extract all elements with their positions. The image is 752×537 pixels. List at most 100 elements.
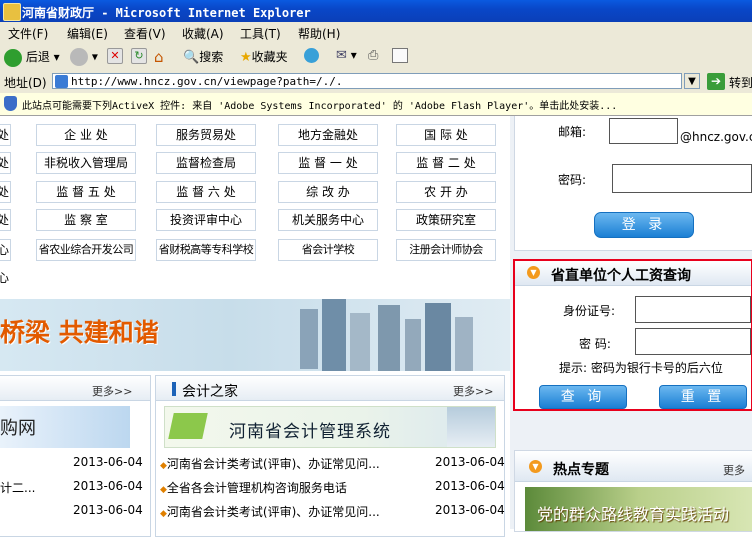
dept-link[interactable]: 监 督 二 处: [396, 152, 496, 174]
dept-link[interactable]: 服务贸易处: [156, 124, 256, 146]
activex-warning-text: 此站点可能需要下列ActiveX 控件: 来自 'Adobe Systems I…: [22, 101, 618, 112]
accounting-news-date: 2013-06-04: [435, 503, 505, 517]
email-domain: @hncz.gov.cn: [680, 130, 752, 144]
left-news-title[interactable]: 计二...: [0, 479, 35, 496]
menu-tools[interactable]: 工具(T): [240, 25, 281, 42]
dept-fragment[interactable]: 处: [0, 152, 11, 174]
password-input[interactable]: [612, 164, 752, 193]
reset-button[interactable]: 重 置: [659, 385, 747, 409]
system-banner-text: 河南省会计管理系统: [229, 422, 391, 442]
go-button[interactable]: 转到: [729, 74, 752, 91]
dept-link[interactable]: 监 督 五 处: [36, 181, 136, 203]
forward-button[interactable]: ▾: [70, 48, 98, 66]
salary-query-box: ▼ 省直单位个人工资查询 身份证号: 密 码: 提示: 密码为银行卡号的后六位 …: [513, 259, 752, 411]
dept-link[interactable]: 监 察 室: [36, 209, 136, 231]
dept-link[interactable]: 省财税高等专科学校: [156, 239, 256, 261]
left-news-date: 2013-06-04: [73, 455, 143, 469]
id-number-label: 身份证号:: [563, 304, 616, 318]
mail-icon: ✉: [336, 48, 347, 63]
search-icon: 🔍: [183, 50, 200, 65]
building: [405, 319, 421, 371]
accounting-news-item[interactable]: ◆河南省会计类考试(评审)、办证常见问...: [160, 455, 380, 472]
search-button[interactable]: 🔍搜索: [183, 48, 223, 65]
home-button[interactable]: ⌂: [154, 48, 164, 66]
bullet-icon: ◆: [160, 461, 167, 471]
menu-file[interactable]: 文件(F): [8, 25, 48, 42]
address-dropdown-arrow[interactable]: ▼: [684, 73, 700, 89]
dept-link[interactable]: 非税收入管理局: [36, 152, 136, 174]
accounting-more-link[interactable]: 更多>>: [453, 383, 493, 399]
dept-link[interactable]: 监 督 六 处: [156, 181, 256, 203]
dept-link[interactable]: 农 开 办: [396, 181, 496, 203]
query-button[interactable]: 查 询: [539, 385, 627, 409]
building: [455, 317, 473, 371]
password-label: 密码:: [558, 173, 587, 187]
page-icon: [55, 75, 68, 88]
dept-fragment[interactable]: 处: [0, 181, 11, 203]
dept-link[interactable]: 监督检查局: [156, 152, 256, 174]
dept-link[interactable]: 国 际 处: [396, 124, 496, 146]
dept-link[interactable]: 注册会计师协会: [396, 239, 496, 261]
dept-link[interactable]: 省会计学校: [278, 239, 378, 261]
salary-title: 省直单位个人工资查询: [551, 268, 691, 284]
print-icon: ⎙: [368, 48, 379, 63]
dept-link[interactable]: 机关服务中心: [278, 209, 378, 231]
stop-button[interactable]: ✕: [107, 48, 123, 64]
dept-fragment[interactable]: 处: [0, 209, 11, 231]
accounting-title: 会计之家: [182, 384, 238, 400]
toolbar: 后退 ▾ ▾ ✕ ↻ ⌂ 🔍搜索 ★收藏夹 ✉ ▾ ⎙: [0, 43, 752, 72]
dept-fragment[interactable]: 处: [0, 124, 11, 146]
salary-hint: 提示: 密码为银行卡号的后六位: [559, 361, 723, 375]
dept-link[interactable]: 投资评审中心: [156, 209, 256, 231]
dept-link[interactable]: 综 改 办: [278, 181, 378, 203]
refresh-button[interactable]: ↻: [131, 48, 147, 64]
media-button[interactable]: [304, 48, 319, 63]
accounting-news-item[interactable]: ◆河南省会计类考试(评审)、办证常见问...: [160, 503, 380, 520]
menu-view[interactable]: 查看(V): [124, 25, 166, 42]
hot-banner-text: 党的群众路线教育实践活动: [537, 505, 730, 524]
chevron-down-icon: ▾: [350, 48, 357, 62]
dept-link[interactable]: 地方金融处: [278, 124, 378, 146]
go-arrow-icon[interactable]: ➔: [707, 73, 725, 90]
building: [322, 299, 346, 371]
dept-fragment[interactable]: 心: [0, 239, 11, 261]
email-input[interactable]: [609, 118, 678, 144]
hot-header: [515, 451, 752, 482]
left-more-link[interactable]: 更多>>: [92, 383, 132, 399]
hot-more-link[interactable]: 更多: [723, 462, 745, 478]
edit-button[interactable]: [392, 48, 408, 66]
menu-favorites[interactable]: 收藏(A): [182, 25, 224, 42]
mail-button[interactable]: ✉ ▾: [336, 48, 357, 63]
salary-password-input[interactable]: [635, 328, 751, 355]
menu-bar: 文件(F) 编辑(E) 查看(V) 收藏(A) 工具(T) 帮助(H): [0, 22, 752, 44]
dept-link[interactable]: 监 督 一 处: [278, 152, 378, 174]
address-input[interactable]: http://www.hncz.gov.cn/viewpage?path=/./…: [52, 73, 682, 89]
refresh-icon: ↻: [131, 48, 147, 64]
information-bar[interactable]: 此站点可能需要下列ActiveX 控件: 来自 'Adobe Systems I…: [0, 93, 752, 116]
dept-link[interactable]: 企 业 处: [36, 124, 136, 146]
accounting-news-item[interactable]: ◆全省各会计管理机构咨询服务电话: [160, 479, 347, 496]
accounting-system-banner[interactable]: 河南省会计管理系统: [164, 406, 496, 448]
window-title-bar[interactable]: 河南省财政厅 - Microsoft Internet Explorer: [0, 0, 752, 22]
menu-edit[interactable]: 编辑(E): [67, 25, 108, 42]
chevron-down-icon: ▼: [527, 266, 540, 279]
dept-link[interactable]: 政策研究室: [396, 209, 496, 231]
chevron-down-icon: ▾: [91, 49, 98, 64]
hot-topics-box: ▼ 热点专题 更多 党的群众路线教育实践活动: [514, 450, 752, 532]
stop-icon: ✕: [107, 48, 123, 64]
login-button[interactable]: 登 录: [594, 212, 694, 238]
banner-slogan: 桥梁 共建和谐: [0, 318, 159, 347]
back-button[interactable]: 后退 ▾: [4, 48, 60, 67]
dept-link[interactable]: 省农业综合开发公司: [36, 239, 136, 261]
office-photo: [447, 407, 495, 447]
hot-banner[interactable]: 党的群众路线教育实践活动: [525, 487, 752, 531]
salary-password-label: 密 码:: [579, 337, 611, 351]
menu-help[interactable]: 帮助(H): [298, 25, 340, 42]
id-number-input[interactable]: [635, 296, 751, 323]
ie-logo-icon: [3, 3, 21, 21]
left-image-text: 购网: [0, 418, 36, 439]
favorites-button[interactable]: ★收藏夹: [240, 48, 288, 65]
building: [378, 305, 400, 371]
print-button[interactable]: ⎙: [368, 48, 378, 63]
dept-fragment[interactable]: 心: [0, 268, 10, 288]
